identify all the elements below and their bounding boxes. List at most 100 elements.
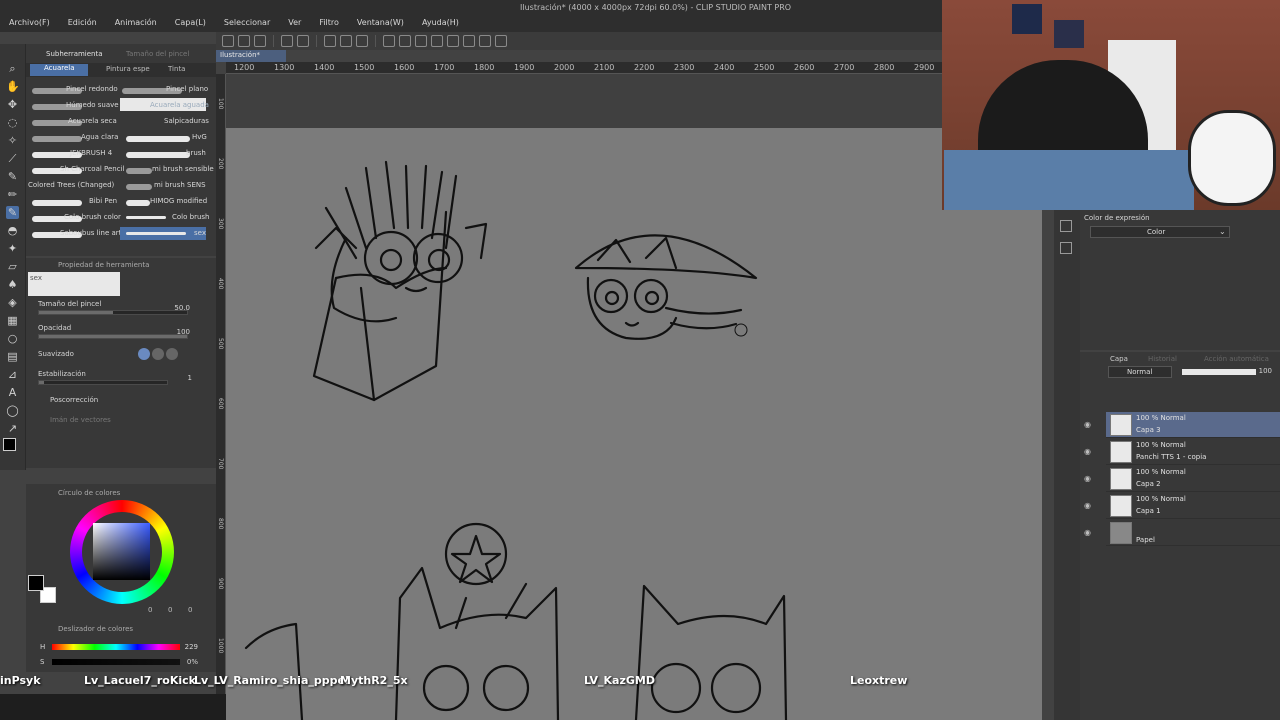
eyedropper-icon[interactable]: ⟋ [6, 152, 19, 165]
tab-accion-automatica[interactable]: Acción automática [1204, 355, 1269, 363]
smoothing-option[interactable] [138, 348, 150, 360]
brush-jekbrush[interactable]: JEKBRUSH 4 [70, 149, 112, 165]
snap-grid-button[interactable] [415, 35, 427, 47]
balloon-icon[interactable]: ◯ [6, 404, 19, 417]
brush-saboubus[interactable]: Saboubus line art [60, 229, 121, 245]
brush-size-value[interactable]: 50.0 [156, 304, 190, 312]
snap-special-ruler-button[interactable] [399, 35, 411, 47]
brush-mi-brush-sensible[interactable]: mi brush sensible [152, 165, 214, 181]
brush-salpicaduras[interactable]: Salpicaduras [164, 117, 209, 133]
tab-acuarela[interactable]: Acuarela [30, 64, 88, 76]
layer-row[interactable]: 100 % Normal Capa 1 [1106, 493, 1280, 519]
blend-mode-dropdown[interactable]: Normal [1108, 366, 1172, 378]
new-file-button[interactable] [222, 35, 234, 47]
airbrush-icon[interactable]: ◓ [6, 224, 19, 237]
fit-view-button[interactable] [479, 35, 491, 47]
brush-humedo-suave[interactable]: Húmedo suave [66, 101, 119, 117]
eye-icon[interactable]: ◉ [1084, 501, 1091, 510]
smoothing-option[interactable] [166, 348, 178, 360]
brush-colored-trees[interactable]: Colored Trees (Changed) [28, 181, 114, 197]
eye-icon[interactable]: ◉ [1084, 528, 1091, 537]
brush-mi-brush-sens[interactable]: mi brush SENS [154, 181, 206, 197]
deselect-button[interactable] [356, 35, 368, 47]
smoothing-option[interactable] [152, 348, 164, 360]
main-color-swatch[interactable] [28, 575, 44, 591]
post-correction-label[interactable]: Poscorrección [50, 396, 98, 404]
settings-button[interactable] [495, 35, 507, 47]
menu-archivo[interactable]: Archivo(F) [0, 16, 59, 32]
brush-colo-color[interactable]: Colo brush color [64, 213, 121, 229]
brush-brush[interactable]: brush [186, 149, 206, 165]
vector-magnet-label[interactable]: Imán de vectores [50, 416, 111, 424]
menu-capa[interactable]: Capa(L) [166, 16, 215, 32]
brush-icon[interactable]: ✎ [6, 206, 19, 219]
ruler-icon[interactable]: ⊿ [6, 368, 19, 381]
fill-icon[interactable]: ◈ [6, 296, 19, 309]
frame-icon[interactable]: ▤ [6, 350, 19, 363]
gradient-icon[interactable]: ▦ [6, 314, 19, 327]
clear-button[interactable] [324, 35, 336, 47]
hue-slider[interactable] [52, 644, 180, 650]
transform-button[interactable] [340, 35, 352, 47]
pencil-icon[interactable]: ✏ [6, 188, 19, 201]
hue-value[interactable]: 229 [176, 643, 198, 651]
brush-charcoal[interactable]: Sh Charcoal Pencil [60, 165, 125, 181]
blend-icon[interactable]: ♠ [6, 278, 19, 291]
hand-icon[interactable]: ✋ [6, 80, 20, 93]
brush-acuarela-seca[interactable]: Acuarela seca [68, 117, 117, 133]
menu-ayuda[interactable]: Ayuda(H) [413, 16, 468, 32]
layer-property-icon[interactable] [1060, 242, 1072, 254]
brush-sex[interactable]: sex [194, 229, 206, 245]
saturation-slider[interactable] [52, 659, 180, 665]
brush-pincel-redondo[interactable]: Pincel redondo [66, 85, 118, 101]
layer-opacity-slider[interactable] [1182, 369, 1256, 375]
brush-bibi-pen[interactable]: Bibi Pen [89, 197, 117, 213]
eye-icon[interactable]: ◉ [1084, 474, 1091, 483]
saturation-value-square[interactable] [93, 523, 150, 580]
brush-acuarela-aguada[interactable]: Acuarela aguada [150, 101, 209, 117]
open-file-button[interactable] [238, 35, 250, 47]
lasso-icon[interactable]: ◌ [6, 116, 19, 129]
redo-button[interactable] [297, 35, 309, 47]
rotate-button[interactable] [463, 35, 475, 47]
stabilization-slider[interactable] [38, 380, 168, 385]
document-tab[interactable]: Ilustración* [216, 50, 286, 62]
opacity-value[interactable]: 100 [156, 328, 190, 336]
snap-ruler-button[interactable] [383, 35, 395, 47]
menu-edicion[interactable]: Edición [59, 16, 106, 32]
main-color-swatch[interactable] [3, 438, 16, 451]
brush-agua-clara[interactable]: Agua clara [81, 133, 118, 149]
text-icon[interactable]: A [6, 386, 19, 399]
eye-icon[interactable]: ◉ [1084, 447, 1091, 456]
correct-line-icon[interactable]: ↗ [6, 422, 19, 435]
expression-color-dropdown[interactable]: Color ⌄ [1090, 226, 1230, 238]
eraser-icon[interactable]: ▱ [6, 260, 19, 273]
tab-tinta[interactable]: Tinta [168, 65, 185, 77]
menu-ver[interactable]: Ver [279, 16, 310, 32]
undo-button[interactable] [281, 35, 293, 47]
magic-wand-icon[interactable]: ✧ [6, 134, 19, 147]
layer-row[interactable]: 100 % Normal Capa 3 [1106, 412, 1280, 438]
menu-filtro[interactable]: Filtro [310, 16, 348, 32]
zoom-icon[interactable]: ⌕ [6, 62, 19, 75]
brush-himog[interactable]: HIMOG modified [150, 197, 207, 213]
tab-capa[interactable]: Capa [1110, 355, 1128, 363]
eye-icon[interactable]: ◉ [1084, 420, 1091, 429]
flip-button[interactable] [447, 35, 459, 47]
reference-layer-button[interactable] [431, 35, 443, 47]
menu-seleccionar[interactable]: Seleccionar [215, 16, 279, 32]
menu-ventana[interactable]: Ventana(W) [348, 16, 413, 32]
layer-row[interactable]: Papel [1106, 520, 1280, 546]
tab-subherramienta[interactable]: Subherramienta [46, 50, 103, 62]
tab-historial[interactable]: Historial [1148, 355, 1177, 363]
brush-hvg[interactable]: HvG [192, 133, 207, 149]
save-button[interactable] [254, 35, 266, 47]
stabilization-value[interactable]: 1 [166, 374, 192, 382]
move-icon[interactable]: ✥ [6, 98, 19, 111]
navigator-icon[interactable] [1060, 220, 1072, 232]
figure-icon[interactable]: ○ [6, 332, 19, 345]
layer-opacity-value[interactable]: 100 [1252, 367, 1272, 375]
saturation-value[interactable]: 0% [176, 658, 198, 666]
tab-brush-size[interactable]: Tamaño del pincel [126, 50, 189, 62]
decoration-icon[interactable]: ✦ [6, 242, 19, 255]
